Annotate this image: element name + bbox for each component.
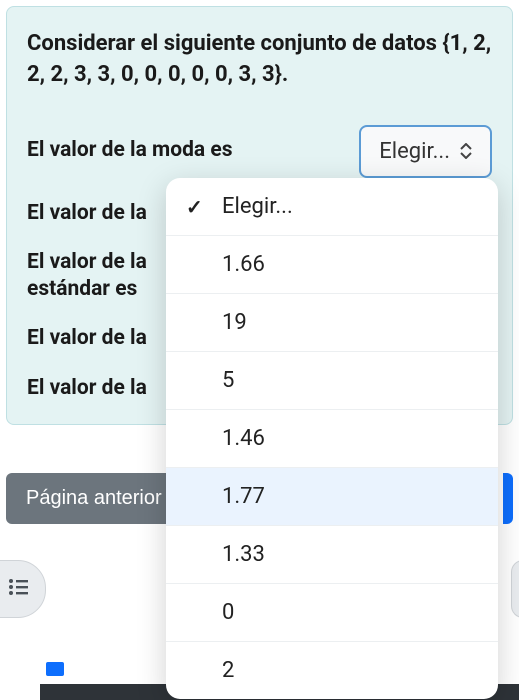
select-moda-value: Elegir...: [379, 139, 450, 164]
dropdown-option[interactable]: 1.33: [166, 526, 498, 584]
row-moda-label: El valor de la moda es: [27, 137, 359, 164]
right-pill-button[interactable]: [511, 560, 519, 618]
dropdown-option[interactable]: 1.66: [166, 236, 498, 294]
dropdown-menu: Elegir...1.661951.461.771.3302: [166, 178, 498, 699]
select-moda[interactable]: Elegir...: [359, 125, 492, 178]
chevron-updown-icon: [460, 143, 472, 159]
dropdown-option[interactable]: 1.46: [166, 410, 498, 468]
dropdown-option[interactable]: 2: [166, 642, 498, 699]
next-page-button[interactable]: [503, 473, 513, 524]
dropdown-option[interactable]: 1.77: [166, 468, 498, 526]
list-icon: [8, 577, 30, 602]
previous-page-button[interactable]: Página anterior: [6, 473, 182, 524]
question-title: Considerar el siguiente conjunto de dato…: [27, 29, 492, 91]
dropdown-option[interactable]: 0: [166, 584, 498, 642]
row-moda: El valor de la moda es Elegir...: [27, 125, 492, 178]
toc-button[interactable]: [0, 560, 46, 618]
dropdown-option[interactable]: Elegir...: [166, 178, 498, 236]
decorative-blue-dot: [46, 662, 64, 676]
dropdown-option[interactable]: 19: [166, 294, 498, 352]
dropdown-option[interactable]: 5: [166, 352, 498, 410]
